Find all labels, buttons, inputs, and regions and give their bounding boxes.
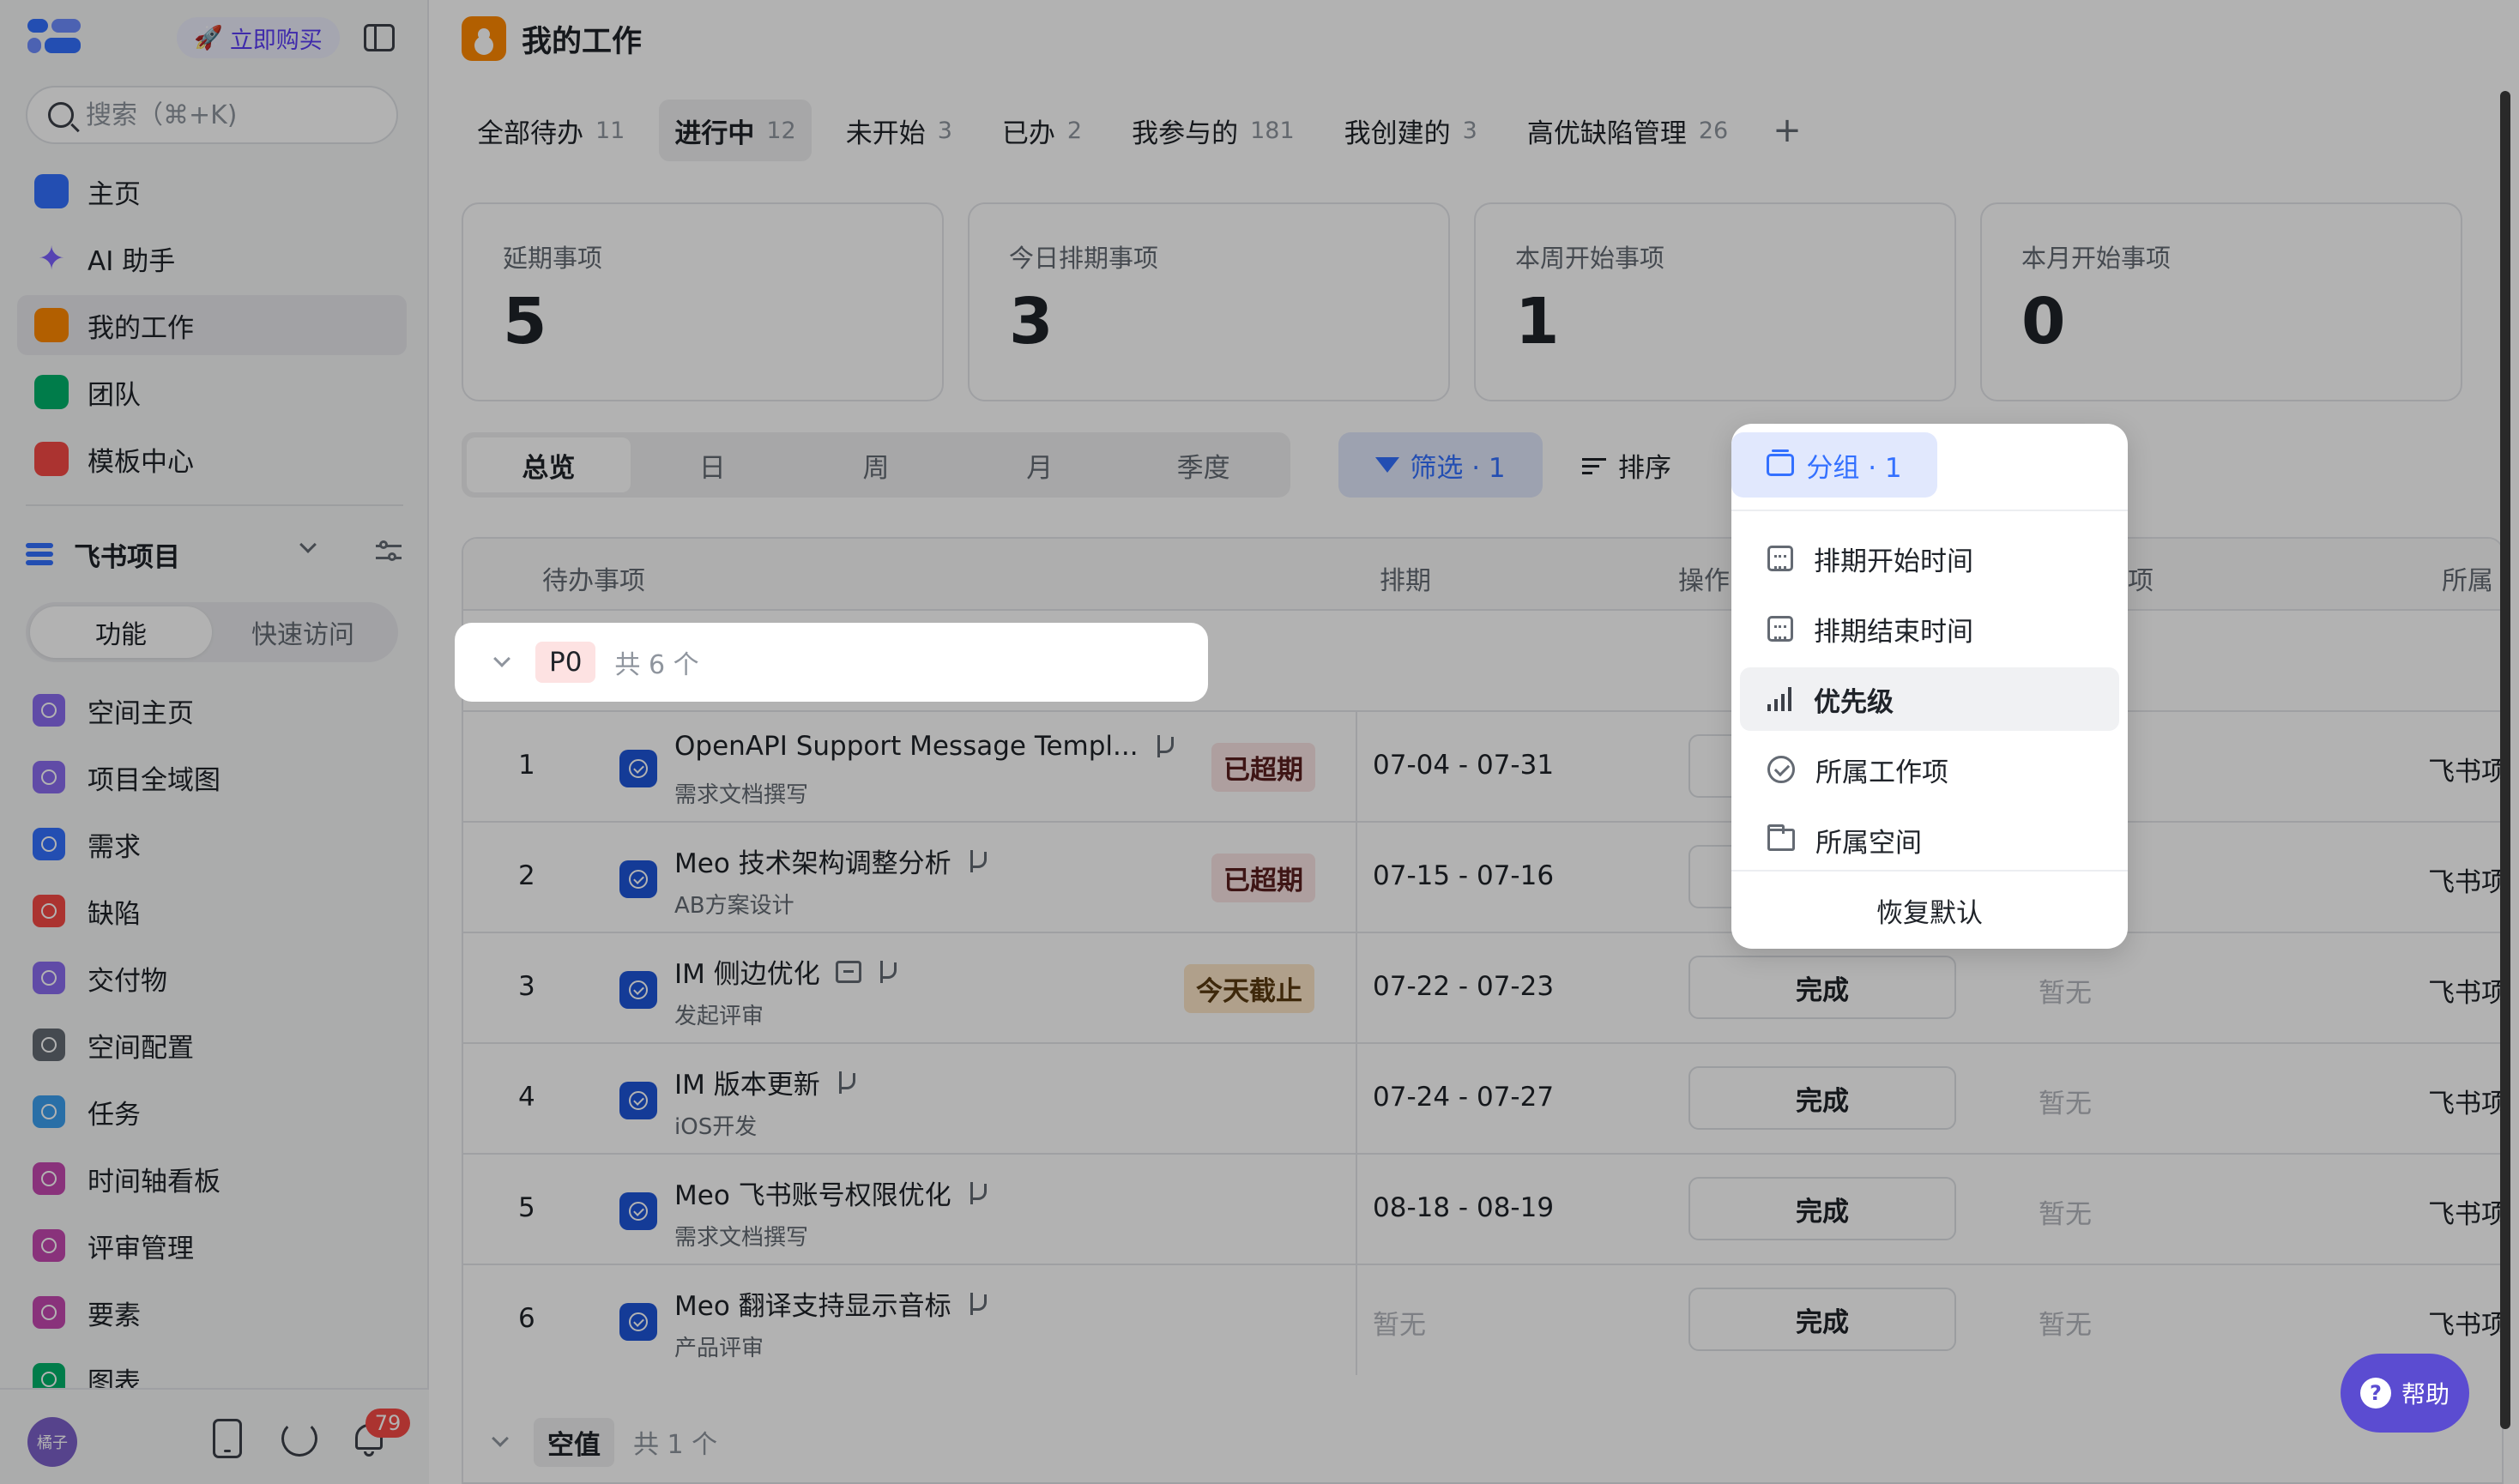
group-option-4[interactable]: 所属空间 xyxy=(1740,808,2119,872)
group-option-label: 排期开始时间 xyxy=(1814,546,1973,577)
group-header-p0[interactable]: P0 共 6 个 xyxy=(455,623,1208,702)
group-label: 分组 · 1 xyxy=(1806,452,1902,484)
group-dropdown: 分组 · 1 排期开始时间 排期结束时间 优先级所属工作项所属空间 恢复默认 xyxy=(1731,424,2128,949)
modal-overlay[interactable] xyxy=(0,0,2519,1484)
folder-icon xyxy=(1767,824,1795,851)
group-option-2[interactable]: 优先级 xyxy=(1740,667,2119,731)
reset-default-button[interactable]: 恢复默认 xyxy=(1731,870,2128,949)
chevron-down-icon xyxy=(493,650,510,667)
group-option-label: 所属工作项 xyxy=(1815,757,1948,788)
help-label: 帮助 xyxy=(2401,1380,2450,1409)
calendar-icon xyxy=(1767,616,1793,642)
priority-bars-icon xyxy=(1767,687,1793,711)
group-p0-count: 共 6 个 xyxy=(614,650,699,680)
group-options: 排期开始时间 排期结束时间 优先级所属工作项所属空间 xyxy=(1731,510,2128,878)
group-option-3[interactable]: 所属工作项 xyxy=(1740,738,2119,801)
check-circle-icon xyxy=(1767,756,1795,783)
calendar-icon xyxy=(1767,546,1793,571)
group-option-label: 排期结束时间 xyxy=(1814,616,1973,648)
group-option-0[interactable]: 排期开始时间 xyxy=(1740,527,2119,590)
group-icon xyxy=(1767,449,1795,476)
group-option-1[interactable]: 排期结束时间 xyxy=(1740,597,2119,661)
help-icon: ? xyxy=(2359,1378,2391,1409)
group-p0-pill: P0 xyxy=(535,642,596,683)
group-option-label: 所属空间 xyxy=(1815,827,1922,859)
group-option-label: 优先级 xyxy=(1814,686,1894,718)
help-button[interactable]: ? 帮助 xyxy=(2341,1354,2469,1433)
app: 🚀 立即购买 主页✦AI 助手我的工作团队模板中心 飞书项目 功能 快速访问 空 xyxy=(0,0,2519,1484)
group-button[interactable]: 分组 · 1 xyxy=(1731,432,1937,498)
